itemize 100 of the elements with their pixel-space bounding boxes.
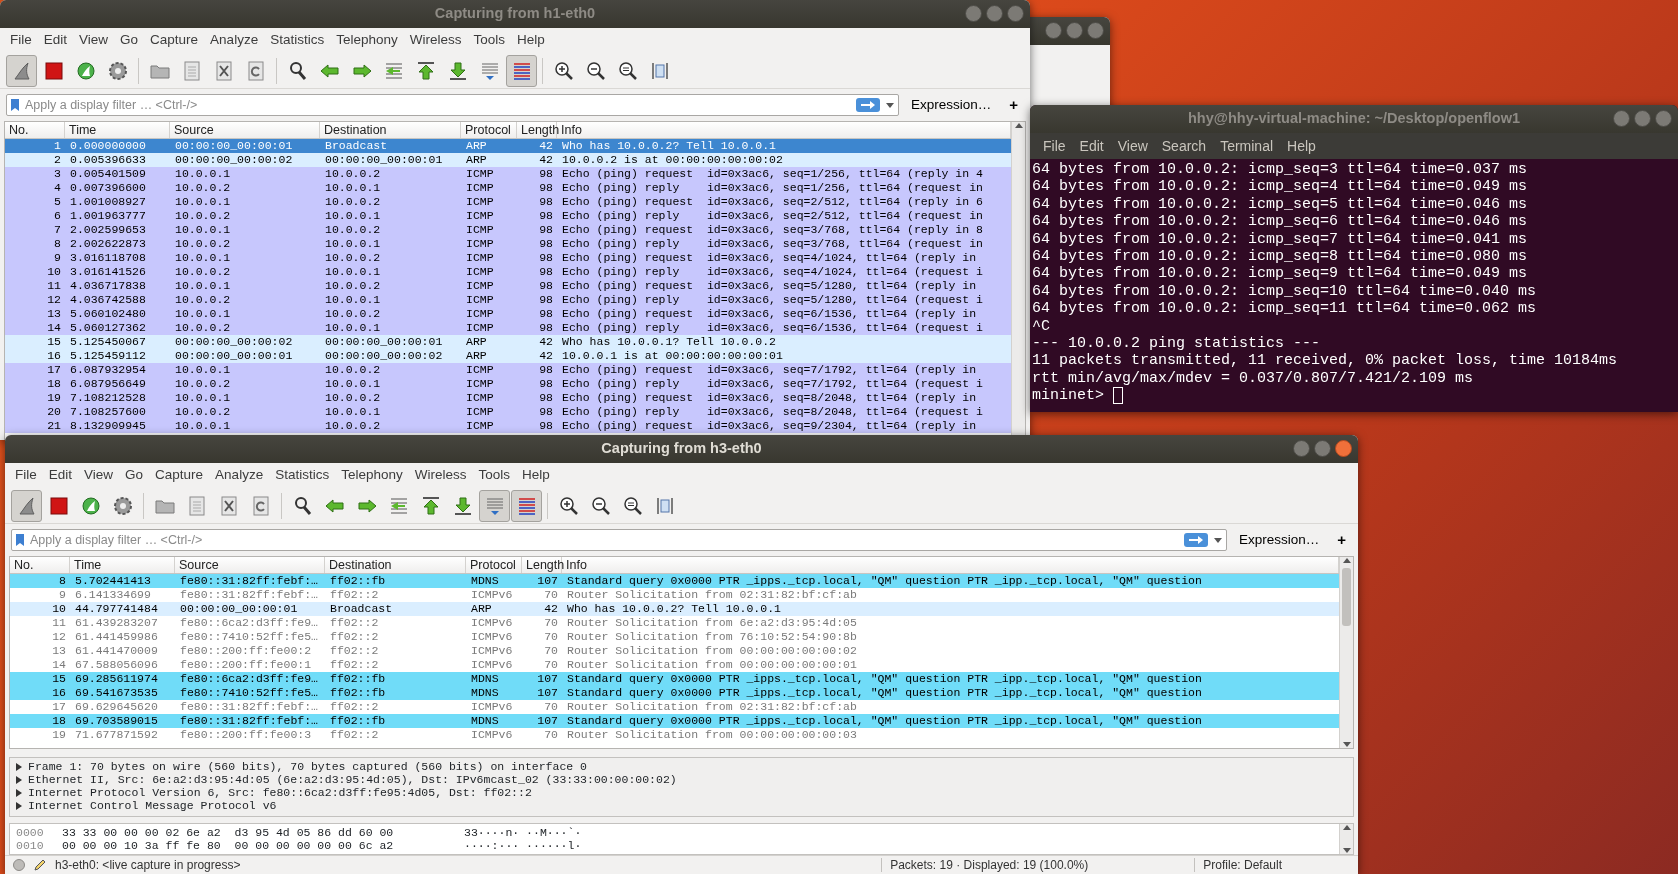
menu-item[interactable]: Help bbox=[1280, 135, 1323, 157]
display-filter-field[interactable]: Apply a display filter … <Ctrl-/> bbox=[6, 94, 899, 116]
packet-row[interactable]: 21 8.132909945 10.0.0.1 10.0.0.2 ICMP 98 Echo (ping) request id=0x3ac6, seq=9/2304, ttl=64 (reply in bbox=[5, 419, 1011, 433]
menu-item[interactable]: Edit bbox=[1072, 135, 1111, 157]
packet-row[interactable]: 9 3.016118708 10.0.0.1 10.0.0.2 ICMP 98 Echo (ping) request id=0x3ac6, seq=4/1024, ttl=64 (reply in bbox=[5, 251, 1011, 265]
menu-item[interactable]: Edit bbox=[37, 30, 74, 51]
column-header[interactable]: Protocol bbox=[466, 557, 522, 573]
packet-row[interactable]: 3 0.005401509 10.0.0.1 10.0.0.2 ICMP 98 Echo (ping) request id=0x3ac6, seq=1/256, ttl=64 (reply in 4 bbox=[5, 167, 1011, 181]
column-header[interactable]: Protocol bbox=[461, 122, 517, 138]
start-capture-button[interactable] bbox=[11, 489, 42, 522]
scrollbar-thumb[interactable] bbox=[1342, 568, 1351, 626]
close-button[interactable] bbox=[1007, 5, 1024, 22]
menu-item[interactable]: Statistics bbox=[264, 30, 331, 51]
packet-row[interactable]: 2 0.005396633 00:00:00_00:00:02 00:00:00_00:00:01 ARP 42 10.0.0.2 is at 00:00:00:00:00:02 bbox=[5, 153, 1011, 167]
expand-triangle-icon[interactable] bbox=[16, 788, 22, 797]
menu-item[interactable]: View bbox=[73, 30, 115, 51]
add-filter-button[interactable]: + bbox=[1331, 528, 1352, 552]
expand-triangle-icon[interactable] bbox=[16, 801, 22, 810]
add-filter-button[interactable]: + bbox=[1003, 93, 1024, 117]
menu-item[interactable]: View bbox=[78, 465, 120, 486]
menu-item[interactable]: Go bbox=[119, 465, 150, 486]
menu-item[interactable]: File bbox=[9, 465, 43, 486]
maximize-button[interactable] bbox=[1314, 440, 1331, 457]
packet-row[interactable]: 13 5.060102480 10.0.0.1 10.0.0.2 ICMP 98 Echo (ping) request id=0x3ac6, seq=6/1536, ttl=64 (reply in bbox=[5, 307, 1011, 321]
bookmark-button[interactable] bbox=[14, 532, 26, 548]
packet-row[interactable]: 18 69.703589015 fe80::31:82ff:febf:… ff02::fb MDNS 107 Standard query 0x0000 PTR _ipps._tcp.local, "QM" question PTR _ipp._tcp.local, "QM" question bbox=[10, 714, 1339, 728]
packet-row[interactable]: 14 5.060127362 10.0.0.2 10.0.0.1 ICMP 98 Echo (ping) reply id=0x3ac6, seq=6/1536, ttl=64 (request i bbox=[5, 321, 1011, 335]
packet-row[interactable]: 17 6.087932954 10.0.0.1 10.0.0.2 ICMP 98 Echo (ping) request id=0x3ac6, seq=7/1792, ttl=64 (reply in bbox=[5, 363, 1011, 377]
expression-button[interactable]: Expression… bbox=[906, 94, 996, 116]
packet-row[interactable]: 5 1.001008927 10.0.0.1 10.0.0.2 ICMP 98 Echo (ping) request id=0x3ac6, seq=2/512, ttl=64 (reply in 6 bbox=[5, 195, 1011, 209]
minimize-button[interactable] bbox=[1613, 110, 1630, 127]
minimize-button[interactable] bbox=[1045, 22, 1062, 39]
menu-item[interactable]: Telephony bbox=[330, 30, 404, 51]
packet-row[interactable]: 7 2.002599653 10.0.0.1 10.0.0.2 ICMP 98 Echo (ping) request id=0x3ac6, seq=3/768, ttl=64 (reply in 8 bbox=[5, 223, 1011, 237]
packet-row[interactable]: 18 6.087956649 10.0.0.2 10.0.0.1 ICMP 98 Echo (ping) reply id=0x3ac6, seq=7/1792, ttl=64 (request i bbox=[5, 377, 1011, 391]
menu-item[interactable]: Tools bbox=[472, 465, 516, 486]
menu-item[interactable]: File bbox=[1036, 135, 1073, 157]
column-header[interactable]: Time bbox=[70, 557, 175, 573]
column-header[interactable]: Destination bbox=[325, 557, 466, 573]
bookmark-button[interactable] bbox=[9, 97, 21, 113]
column-header[interactable]: Source bbox=[175, 557, 325, 573]
menu-item[interactable]: Edit bbox=[42, 465, 79, 486]
packet-row[interactable]: 11 4.036717838 10.0.0.1 10.0.0.2 ICMP 98 Echo (ping) request id=0x3ac6, seq=5/1280, ttl=64 (reply in bbox=[5, 279, 1011, 293]
maximize-button[interactable] bbox=[1634, 110, 1651, 127]
menu-item[interactable]: Go bbox=[114, 30, 145, 51]
menu-item[interactable]: Capture bbox=[144, 30, 205, 51]
packet-row[interactable]: 15 69.285611974 fe80::6ca2:d3ff:fe9… ff02::fb MDNS 107 Standard query 0x0000 PTR _ipps._tcp.local, "QM" question PTR _ipp._tcp.local, "QM" question bbox=[10, 672, 1339, 686]
maximize-button[interactable] bbox=[1066, 22, 1083, 39]
packet-row[interactable]: 15 5.125450067 00:00:00_00:00:02 00:00:00_00:00:01 ARP 42 Who has 10.0.0.1? Tell 10.0.0.2 bbox=[5, 335, 1011, 349]
packet-row[interactable]: 8 2.002622873 10.0.0.2 10.0.0.1 ICMP 98 Echo (ping) reply id=0x3ac6, seq=3/768, ttl=64 (request in bbox=[5, 237, 1011, 251]
menu-item[interactable]: Capture bbox=[149, 465, 210, 486]
menu-item[interactable]: Wireless bbox=[403, 30, 468, 51]
menu-item[interactable]: Search bbox=[1154, 135, 1214, 157]
display-filter-field[interactable]: Apply a display filter … <Ctrl-/> bbox=[11, 529, 1227, 551]
minimize-button[interactable] bbox=[965, 5, 982, 22]
menu-item[interactable]: Terminal bbox=[1213, 135, 1281, 157]
start-capture-button[interactable] bbox=[6, 54, 37, 87]
column-header[interactable]: No. bbox=[10, 557, 70, 573]
column-header[interactable]: Destination bbox=[320, 122, 461, 138]
packet-row[interactable]: 10 3.016141526 10.0.0.2 10.0.0.1 ICMP 98 Echo (ping) reply id=0x3ac6, seq=4/1024, ttl=64 (request i bbox=[5, 265, 1011, 279]
menu-item[interactable]: View bbox=[1110, 135, 1155, 157]
maximize-button[interactable] bbox=[986, 5, 1003, 22]
expand-triangle-icon[interactable] bbox=[16, 775, 22, 784]
colorize-button[interactable] bbox=[511, 489, 542, 522]
expression-button[interactable]: Expression… bbox=[1234, 529, 1324, 551]
packet-row[interactable]: 20 7.108257600 10.0.0.2 10.0.0.1 ICMP 98 Echo (ping) reply id=0x3ac6, seq=8/2048, ttl=64 (request i bbox=[5, 405, 1011, 419]
packet-row[interactable]: 1 0.000000000 00:00:00_00:00:01 Broadcast ARP 42 Who has 10.0.0.2? Tell 10.0.0.1 bbox=[5, 139, 1011, 153]
column-header[interactable]: Length bbox=[517, 122, 557, 138]
close-button[interactable] bbox=[1087, 22, 1104, 39]
packet-row[interactable]: 19 7.108212528 10.0.0.1 10.0.0.2 ICMP 98 Echo (ping) request id=0x3ac6, seq=8/2048, ttl=64 (reply in bbox=[5, 391, 1011, 405]
expand-triangle-icon[interactable] bbox=[16, 762, 22, 771]
close-button[interactable] bbox=[1655, 110, 1672, 127]
menu-item[interactable]: Help bbox=[511, 30, 551, 51]
packet-row[interactable]: 16 69.541673535 fe80::7410:52ff:fe5… ff02::fb MDNS 107 Standard query 0x0000 PTR _ipps._tcp.local, "QM" question PTR _ipp._tcp.local, "QM" question bbox=[10, 686, 1339, 700]
apply-filter-button[interactable] bbox=[855, 98, 880, 112]
menu-item[interactable]: Analyze bbox=[204, 30, 265, 51]
menu-item[interactable]: File bbox=[4, 30, 38, 51]
expert-info-icon[interactable] bbox=[13, 859, 25, 871]
scrollbar[interactable] bbox=[1339, 557, 1353, 748]
colorize-button[interactable] bbox=[506, 54, 537, 87]
packet-row[interactable]: 4 0.007396600 10.0.0.2 10.0.0.1 ICMP 98 Echo (ping) reply id=0x3ac6, seq=1/256, ttl=64 (request in bbox=[5, 181, 1011, 195]
menu-item[interactable]: Help bbox=[516, 465, 556, 486]
packet-row[interactable]: 12 4.036742588 10.0.0.2 10.0.0.1 ICMP 98 Echo (ping) reply id=0x3ac6, seq=5/1280, ttl=64 (request i bbox=[5, 293, 1011, 307]
tree-item[interactable]: Internet Control Message Protocol v6 bbox=[28, 796, 277, 815]
column-header[interactable]: Time bbox=[65, 122, 170, 138]
menu-item[interactable]: Statistics bbox=[269, 465, 336, 486]
filter-input[interactable]: Apply a display filter … <Ctrl-/> bbox=[25, 96, 852, 114]
column-header[interactable]: Length bbox=[522, 557, 562, 573]
column-header[interactable]: Source bbox=[170, 122, 320, 138]
minimize-button[interactable] bbox=[1293, 440, 1310, 457]
column-header[interactable]: No. bbox=[5, 122, 65, 138]
filter-input[interactable]: Apply a display filter … <Ctrl-/> bbox=[30, 531, 1180, 549]
close-button[interactable] bbox=[1335, 440, 1352, 457]
menu-item[interactable]: Analyze bbox=[209, 465, 270, 486]
packet-row[interactable]: 10 44.797741484 00:00:00_00:00:01 Broadcast ARP 42 Who has 10.0.0.2? Tell 10.0.0.1 bbox=[10, 602, 1339, 616]
packet-row[interactable]: 16 5.125459112 00:00:00_00:00:01 00:00:00_00:00:02 ARP 42 10.0.0.1 is at 00:00:00:00:00:01 bbox=[5, 349, 1011, 363]
apply-filter-button[interactable] bbox=[1183, 533, 1208, 547]
scrollbar[interactable] bbox=[1339, 824, 1353, 854]
menu-item[interactable]: Tools bbox=[467, 30, 511, 51]
tree-item[interactable]: Frame 1: 70 bytes on wire (560 bits), 70 bytes captured (560 bits) on interface 0 bbox=[28, 757, 587, 776]
